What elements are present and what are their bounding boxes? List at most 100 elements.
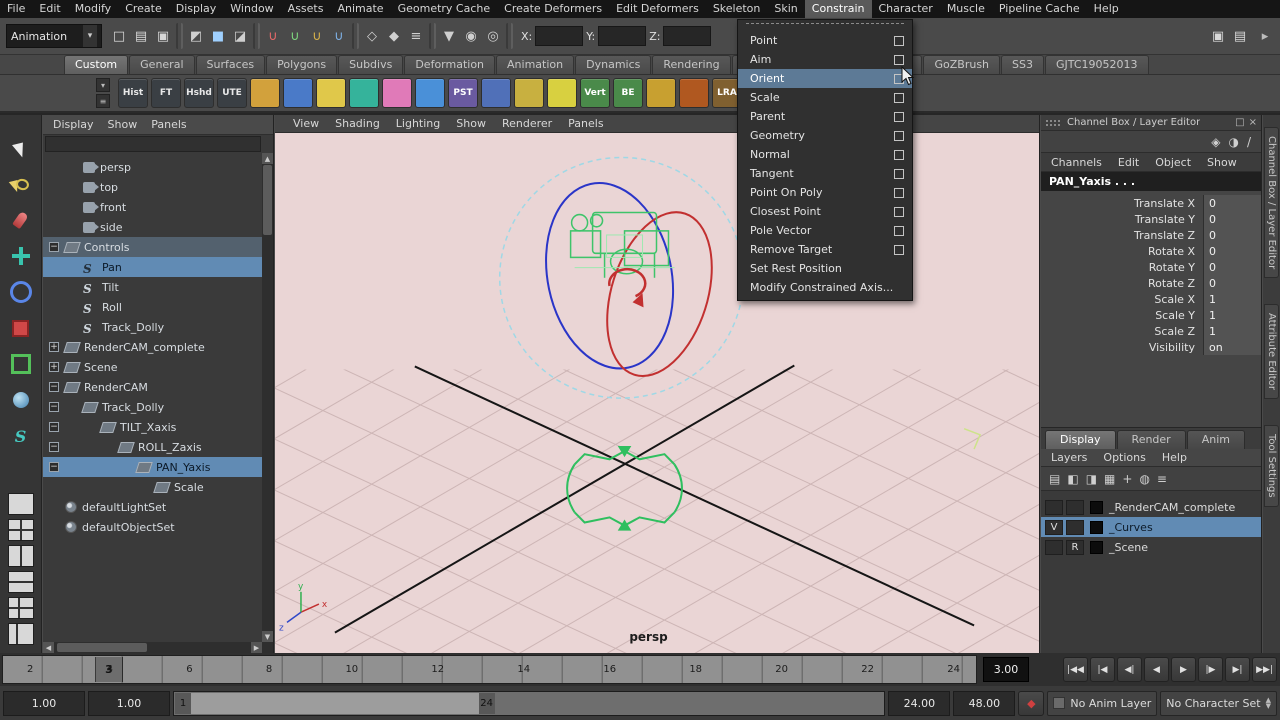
shelf-button[interactable]	[514, 78, 544, 108]
channel-row[interactable]: Translate Z 0	[1041, 227, 1261, 243]
shelf-button[interactable]	[481, 78, 511, 108]
channel-value-field[interactable]: 0	[1203, 259, 1261, 275]
menu-bar-item[interactable]: Muscle	[940, 0, 992, 18]
dock-title-icon[interactable]: ×	[1249, 117, 1257, 128]
shelf-button[interactable]	[349, 78, 379, 108]
scrollbar-thumb[interactable]	[57, 643, 147, 652]
layout-button[interactable]	[7, 571, 34, 593]
outliner-node-row[interactable]: Tilt	[43, 277, 273, 297]
dock-grip-icon[interactable]	[1045, 118, 1061, 127]
auto-keyframe-toggle[interactable]	[1018, 690, 1045, 716]
playback-start-field[interactable]: 1.00	[88, 690, 170, 716]
layout-button[interactable]	[7, 545, 34, 567]
layout-button[interactable]	[7, 623, 34, 645]
shelf-button[interactable]	[415, 78, 445, 108]
dock-tab[interactable]: Channel Box / Layer Editor	[1264, 127, 1279, 279]
channel-value-field[interactable]: 0	[1203, 227, 1261, 243]
status-line-icon[interactable]: ■	[207, 24, 229, 48]
shelf-button[interactable]	[547, 78, 577, 108]
outliner-node-row[interactable]: Scale	[43, 477, 273, 497]
menu-item[interactable]: Geometry	[738, 126, 912, 145]
layer-toolbar-icon[interactable]: ◧	[1067, 472, 1078, 486]
menu-bar-item[interactable]: Character	[872, 0, 940, 18]
channel-toolbar-icon[interactable]: /	[1247, 135, 1251, 149]
layer-toolbar-icon[interactable]: +	[1122, 472, 1132, 486]
shelf-tab[interactable]: General	[129, 55, 195, 74]
shelf-button[interactable]	[382, 78, 412, 108]
outliner-node-row[interactable]: Roll	[43, 297, 273, 317]
menu-item[interactable]: Point On Poly	[738, 183, 912, 202]
layer-visibility-toggle[interactable]	[1045, 539, 1063, 555]
status-line-icon[interactable]: ∪	[306, 24, 328, 48]
channel-box-node-name[interactable]: PAN_Yaxis . . .	[1041, 172, 1261, 191]
playback-button[interactable]: ▶|	[1225, 657, 1250, 682]
layer-editor-tab[interactable]: Anim	[1186, 430, 1245, 449]
option-box-icon[interactable]	[894, 54, 904, 65]
tool-icon[interactable]	[6, 421, 36, 451]
viewport-menu-item[interactable]: Panels	[568, 117, 603, 130]
option-box-icon[interactable]	[894, 92, 904, 103]
shelf-button[interactable]	[316, 78, 346, 108]
channel-row[interactable]: Scale Z 1	[1041, 323, 1261, 339]
layer-editor-menu-item[interactable]: Help	[1162, 451, 1187, 464]
tool-icon[interactable]	[6, 169, 36, 199]
option-box-icon[interactable]	[894, 35, 904, 46]
status-line-icon[interactable]: ◆	[383, 24, 405, 48]
expand-toggle-icon[interactable]	[49, 422, 59, 432]
layer-color-swatch[interactable]	[1090, 520, 1103, 534]
channel-value-field[interactable]: 0	[1203, 243, 1261, 259]
menu-bar-item[interactable]: Help	[1087, 0, 1126, 18]
status-line-icon[interactable]: ◪	[229, 24, 251, 48]
layer-display-type-toggle[interactable]	[1066, 499, 1084, 515]
outliner-node-row[interactable]: side	[43, 217, 273, 237]
outliner-node-row[interactable]: persp	[43, 157, 273, 177]
range-end-handle[interactable]: 24	[478, 692, 495, 714]
viewport-menu-item[interactable]: Lighting	[396, 117, 440, 130]
shelf-tab[interactable]: Deformation	[404, 55, 496, 74]
option-box-icon[interactable]	[894, 225, 904, 236]
shelf-tab[interactable]: Subdivs	[338, 55, 404, 74]
collapse-toolbar-icon[interactable]	[1254, 24, 1276, 48]
channel-value-field[interactable]: 1	[1203, 291, 1261, 307]
shelf-tab[interactable]: Surfaces	[195, 55, 266, 74]
tool-icon[interactable]	[6, 313, 36, 343]
viewport-menu-item[interactable]: Show	[456, 117, 486, 130]
outliner-node-row[interactable]: PAN_Yaxis	[43, 457, 273, 477]
menu-item[interactable]: Aim	[738, 50, 912, 69]
layer-row[interactable]: _RenderCAM_complete	[1041, 497, 1261, 517]
menu-item[interactable]: Pole Vector	[738, 221, 912, 240]
menu-item[interactable]: Remove Target	[738, 240, 912, 259]
layer-row[interactable]: V _Curves	[1041, 517, 1261, 537]
channel-row[interactable]: Scale X 1	[1041, 291, 1261, 307]
channel-row[interactable]: Rotate X 0	[1041, 243, 1261, 259]
playback-range[interactable]: 1 24	[175, 692, 495, 714]
menu-item[interactable]: Set Rest Position	[738, 259, 912, 278]
menu-bar-item[interactable]: Modify	[68, 0, 118, 18]
menu-item[interactable]: Point	[738, 31, 912, 50]
scroll-down-icon[interactable]: ▼	[262, 631, 273, 642]
dock-title-bar[interactable]: Channel Box / Layer Editor □ ×	[1041, 115, 1261, 131]
channel-value-field[interactable]: 0	[1203, 275, 1261, 291]
status-line-icon[interactable]: □	[108, 24, 130, 48]
channel-value-field[interactable]: 1	[1203, 307, 1261, 323]
outliner-node-row[interactable]: Controls	[43, 237, 273, 257]
menu-item[interactable]: Parent	[738, 107, 912, 126]
outliner-node-row[interactable]: Scene	[43, 357, 273, 377]
layer-display-type-toggle[interactable]: R	[1066, 539, 1084, 555]
shelf-button[interactable]: BE	[613, 78, 643, 108]
scroll-up-icon[interactable]: ▲	[262, 153, 273, 164]
shelf-button[interactable]	[250, 78, 280, 108]
shelf-tab[interactable]: GoZBrush	[923, 55, 1001, 74]
channel-row[interactable]: Scale Y 1	[1041, 307, 1261, 323]
shelf-button[interactable]: UTE	[217, 78, 247, 108]
outliner-vertical-scrollbar[interactable]: ▲ ▼	[262, 153, 273, 642]
layer-visibility-toggle[interactable]: V	[1045, 519, 1063, 535]
channel-toolbar-icon[interactable]: ◑	[1228, 135, 1238, 149]
tool-icon[interactable]	[6, 277, 36, 307]
menu-bar-item[interactable]: Skin	[767, 0, 804, 18]
status-line-icon[interactable]: ◉	[460, 24, 482, 48]
shelf-tab[interactable]: SS3	[1001, 55, 1044, 74]
expand-toggle-icon[interactable]	[49, 342, 59, 352]
outliner-node-row[interactable]: defaultLightSet	[43, 497, 273, 517]
menu-bar-item[interactable]: Assets	[281, 0, 331, 18]
